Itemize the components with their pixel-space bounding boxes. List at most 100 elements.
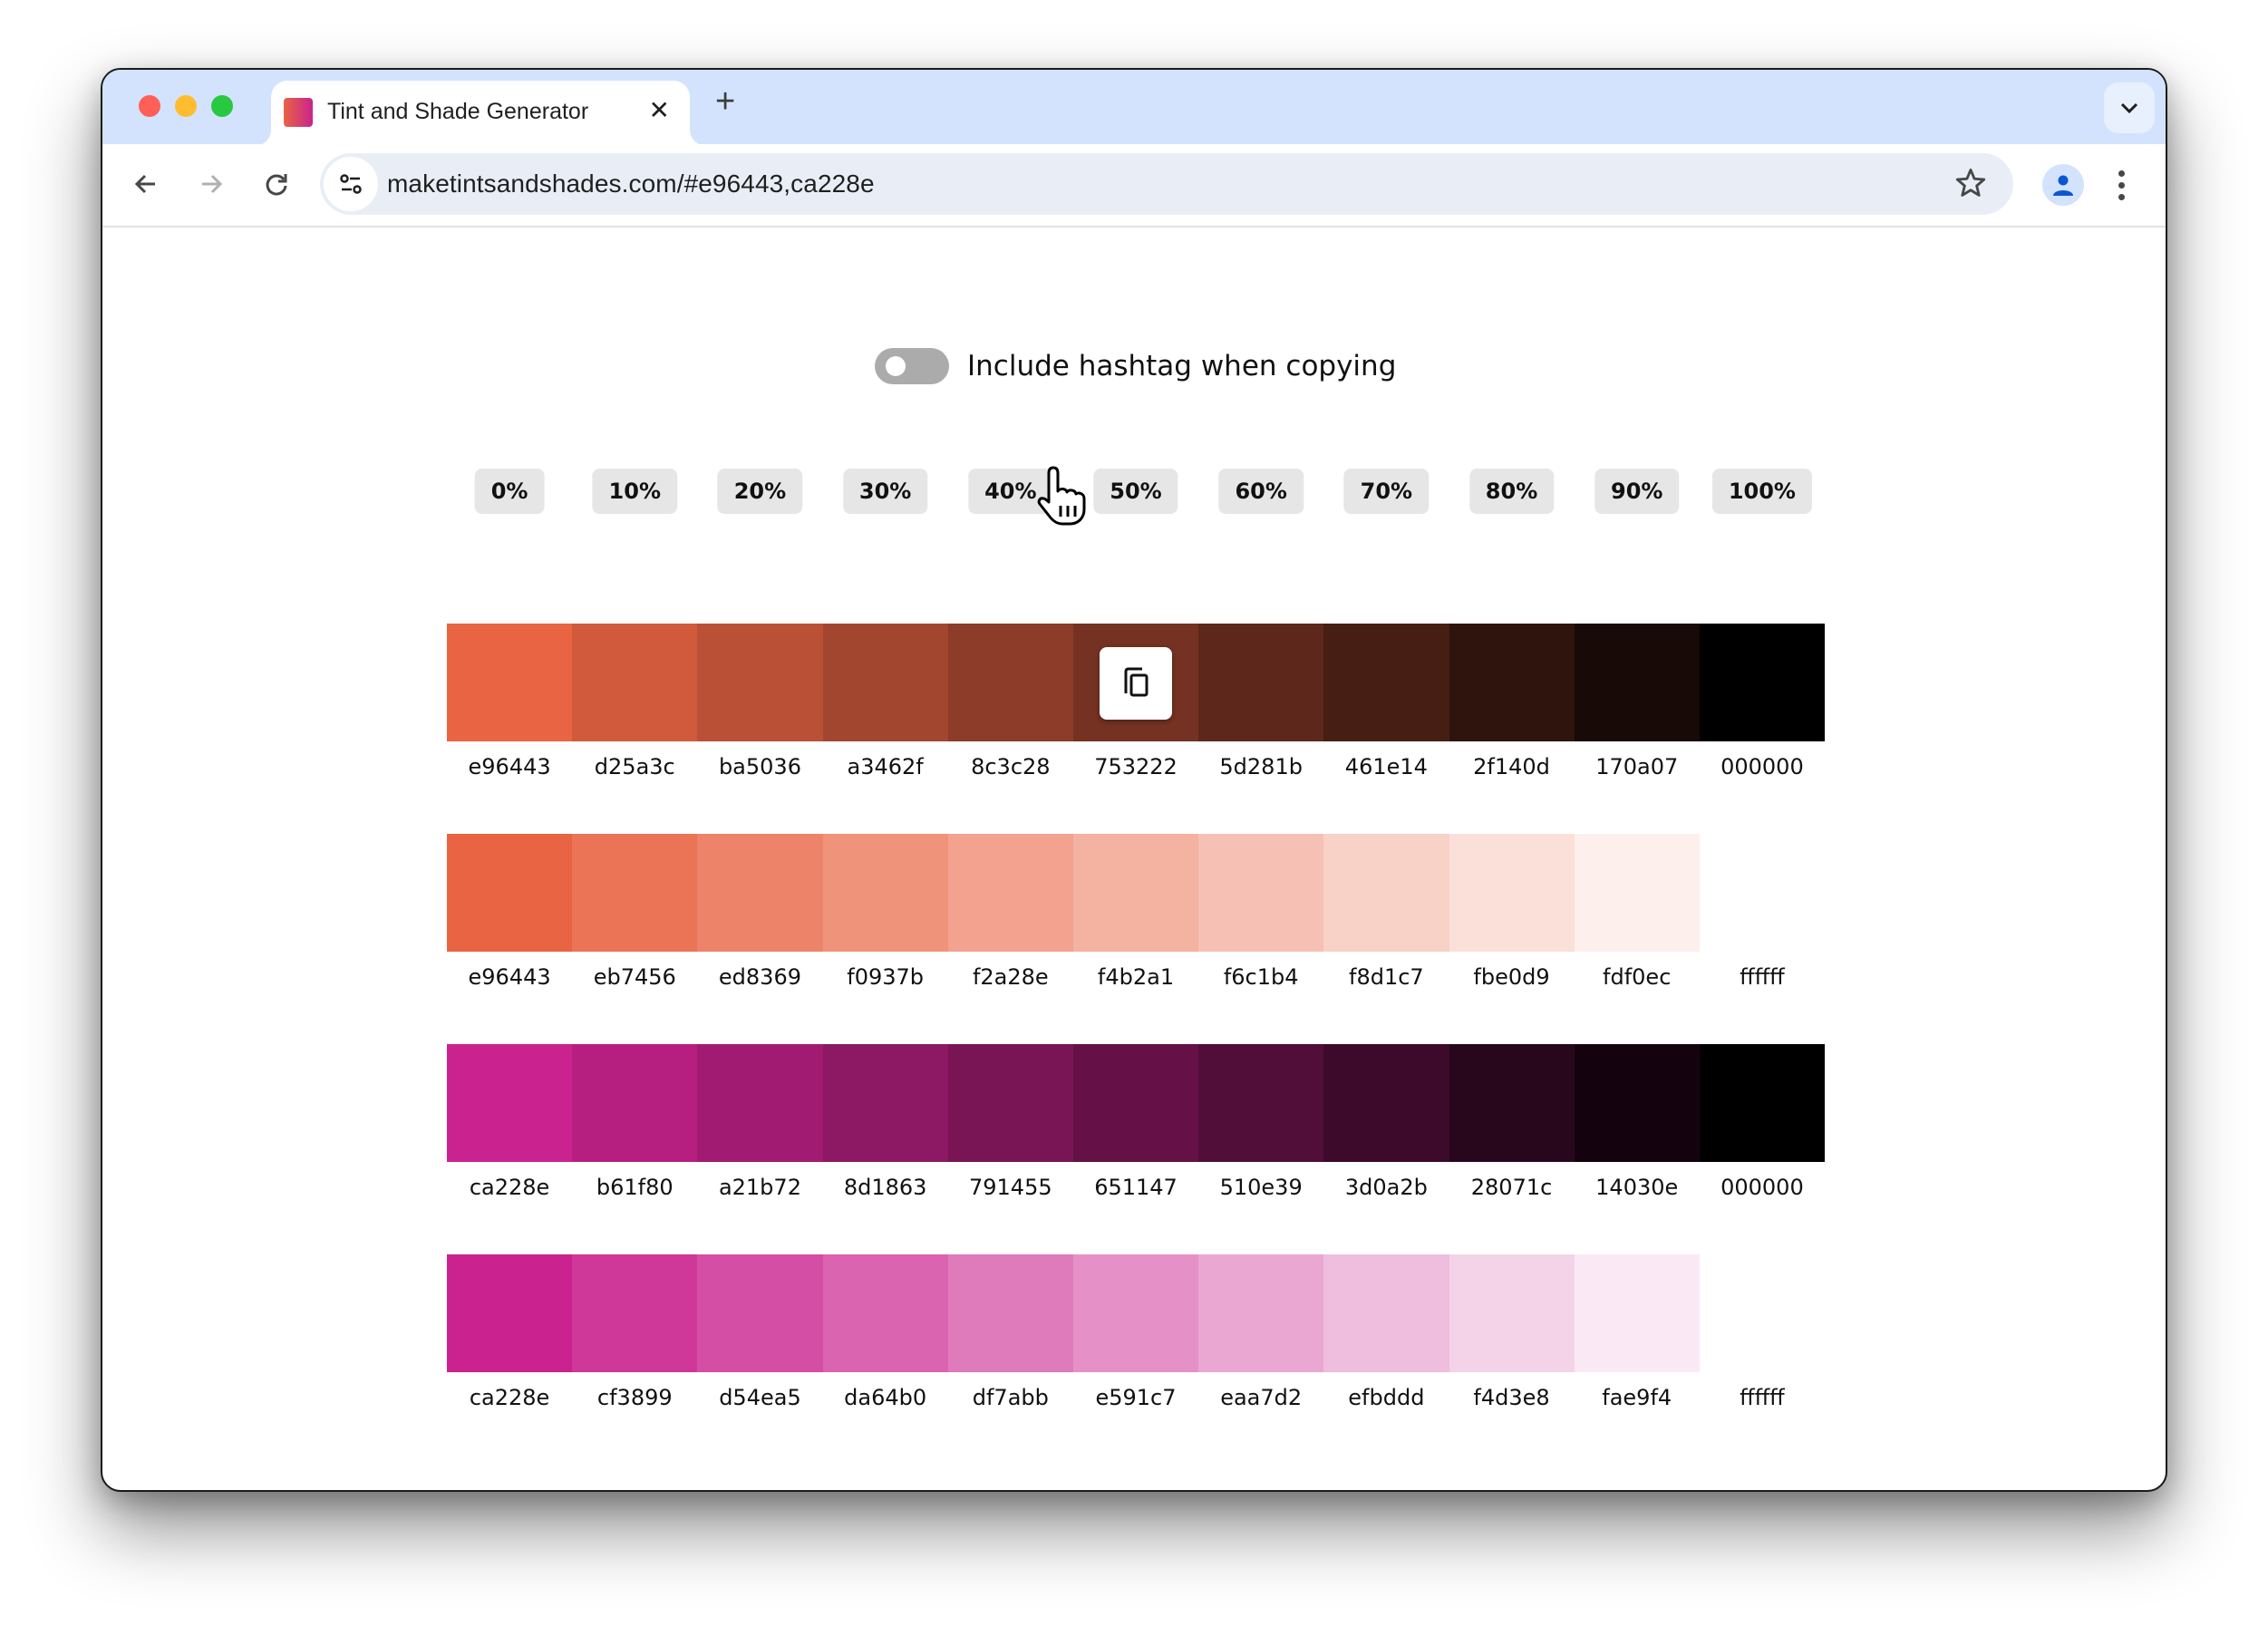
address-bar[interactable]: maketintsandshades.com/#e96443,ca228e — [320, 153, 2013, 215]
color-swatch[interactable] — [822, 1044, 948, 1162]
copy-button[interactable] — [1100, 647, 1173, 720]
color-swatch[interactable] — [572, 1254, 698, 1372]
color-code[interactable]: fae9f4 — [1602, 1385, 1672, 1410]
color-swatch[interactable] — [1574, 624, 1700, 741]
color-code[interactable]: 8d1863 — [844, 1175, 927, 1200]
tab-search-button[interactable] — [2104, 82, 2155, 133]
color-code[interactable]: efbddd — [1348, 1385, 1424, 1410]
color-swatch[interactable] — [947, 1044, 1073, 1162]
color-swatch[interactable] — [1198, 834, 1324, 952]
percent-label[interactable]: 0% — [474, 469, 545, 514]
url-text[interactable]: maketintsandshades.com/#e96443,ca228e — [387, 169, 875, 198]
color-code[interactable]: ba5036 — [719, 754, 801, 779]
color-code[interactable]: 461e14 — [1345, 754, 1428, 779]
color-code[interactable]: ed8369 — [719, 964, 801, 990]
color-code[interactable]: 510e39 — [1220, 1175, 1303, 1200]
color-swatch[interactable] — [1072, 624, 1199, 741]
color-swatch[interactable] — [1699, 1044, 1826, 1162]
color-swatch[interactable] — [1699, 1254, 1826, 1372]
color-swatch[interactable] — [1699, 624, 1826, 741]
color-swatch[interactable] — [697, 834, 823, 952]
color-swatch[interactable] — [1574, 834, 1700, 952]
color-code[interactable]: 5d281b — [1219, 754, 1303, 779]
color-swatch[interactable] — [1323, 1044, 1449, 1162]
color-swatch[interactable] — [1449, 624, 1575, 741]
color-code[interactable]: fdf0ec — [1603, 964, 1671, 990]
color-code[interactable]: 651147 — [1094, 1175, 1178, 1200]
color-swatch[interactable] — [1449, 1254, 1575, 1372]
color-code[interactable]: e591c7 — [1095, 1385, 1176, 1410]
color-swatch[interactable] — [447, 834, 573, 952]
color-code[interactable]: d54ea5 — [719, 1385, 801, 1410]
color-swatch[interactable] — [947, 834, 1073, 952]
color-code[interactable]: df7abb — [973, 1385, 1049, 1410]
percent-label[interactable]: 90% — [1594, 469, 1680, 514]
color-swatch[interactable] — [1198, 1254, 1324, 1372]
color-swatch[interactable] — [1072, 1254, 1199, 1372]
color-swatch[interactable] — [1323, 834, 1449, 952]
color-swatch[interactable] — [1323, 624, 1449, 741]
color-swatch[interactable] — [1323, 1254, 1449, 1372]
color-swatch[interactable] — [1198, 624, 1324, 741]
percent-label[interactable]: 10% — [592, 469, 677, 514]
color-code[interactable]: f2a28e — [973, 964, 1049, 990]
color-swatch[interactable] — [572, 834, 698, 952]
color-swatch[interactable] — [1574, 1254, 1700, 1372]
color-code[interactable]: a21b72 — [719, 1175, 801, 1200]
color-swatch[interactable] — [447, 624, 573, 741]
color-code[interactable]: 791455 — [969, 1175, 1052, 1200]
color-swatch[interactable] — [947, 1254, 1073, 1372]
color-code[interactable]: ca228e — [470, 1175, 549, 1200]
color-code[interactable]: fbe0d9 — [1473, 964, 1549, 990]
color-code[interactable]: 170a07 — [1595, 754, 1678, 779]
color-swatch[interactable] — [572, 624, 698, 741]
profile-button[interactable] — [2042, 164, 2084, 206]
percent-label[interactable]: 100% — [1711, 469, 1812, 514]
color-code[interactable]: f8d1c7 — [1349, 964, 1424, 990]
color-code[interactable]: 14030e — [1595, 1175, 1678, 1200]
color-code[interactable]: ffffff — [1740, 964, 1785, 990]
color-code[interactable]: 000000 — [1720, 754, 1804, 779]
percent-label[interactable]: 30% — [842, 469, 928, 514]
color-code[interactable]: 8c3c28 — [971, 754, 1050, 779]
color-code[interactable]: e96443 — [469, 754, 551, 779]
percent-label[interactable]: 50% — [1093, 469, 1178, 514]
color-code[interactable]: e96443 — [469, 964, 551, 990]
color-code[interactable]: eb7456 — [594, 964, 676, 990]
color-code[interactable]: ca228e — [470, 1385, 549, 1410]
zoom-window-button[interactable] — [211, 95, 233, 117]
color-swatch[interactable] — [1449, 1044, 1575, 1162]
color-code[interactable]: f4d3e8 — [1473, 1385, 1549, 1410]
color-swatch[interactable] — [697, 1044, 823, 1162]
color-swatch[interactable] — [447, 1044, 573, 1162]
color-swatch[interactable] — [1574, 1044, 1700, 1162]
color-swatch[interactable] — [697, 624, 823, 741]
color-code[interactable]: 28071c — [1471, 1175, 1553, 1200]
color-swatch[interactable] — [822, 834, 948, 952]
color-swatch[interactable] — [447, 1254, 573, 1372]
color-swatch[interactable] — [1449, 834, 1575, 952]
tab-active[interactable]: Tint and Shade Generator ✕ — [271, 81, 690, 146]
color-swatch[interactable] — [947, 624, 1073, 741]
site-info-button[interactable] — [324, 157, 378, 211]
more-vert-icon[interactable] — [2108, 164, 2135, 206]
color-code[interactable]: f6c1b4 — [1224, 964, 1299, 990]
color-code[interactable]: eaa7d2 — [1220, 1385, 1302, 1410]
close-window-button[interactable] — [139, 95, 160, 117]
color-code[interactable]: da64b0 — [844, 1385, 926, 1410]
new-tab-button[interactable]: + — [715, 82, 735, 121]
percent-label[interactable]: 60% — [1218, 469, 1304, 514]
color-code[interactable]: cf3899 — [597, 1385, 673, 1410]
color-swatch[interactable] — [822, 624, 948, 741]
color-swatch[interactable] — [1699, 834, 1826, 952]
color-code[interactable]: 000000 — [1720, 1175, 1804, 1200]
color-swatch[interactable] — [1072, 834, 1199, 952]
percent-label[interactable]: 20% — [717, 469, 803, 514]
color-code[interactable]: ffffff — [1740, 1385, 1785, 1410]
color-swatch[interactable] — [1072, 1044, 1199, 1162]
percent-label[interactable]: 80% — [1468, 469, 1555, 514]
color-code[interactable]: f0937b — [847, 964, 924, 990]
bookmark-button[interactable] — [1953, 166, 1988, 205]
color-code[interactable]: 2f140d — [1473, 754, 1550, 779]
tab-close-icon[interactable]: ✕ — [649, 95, 670, 125]
